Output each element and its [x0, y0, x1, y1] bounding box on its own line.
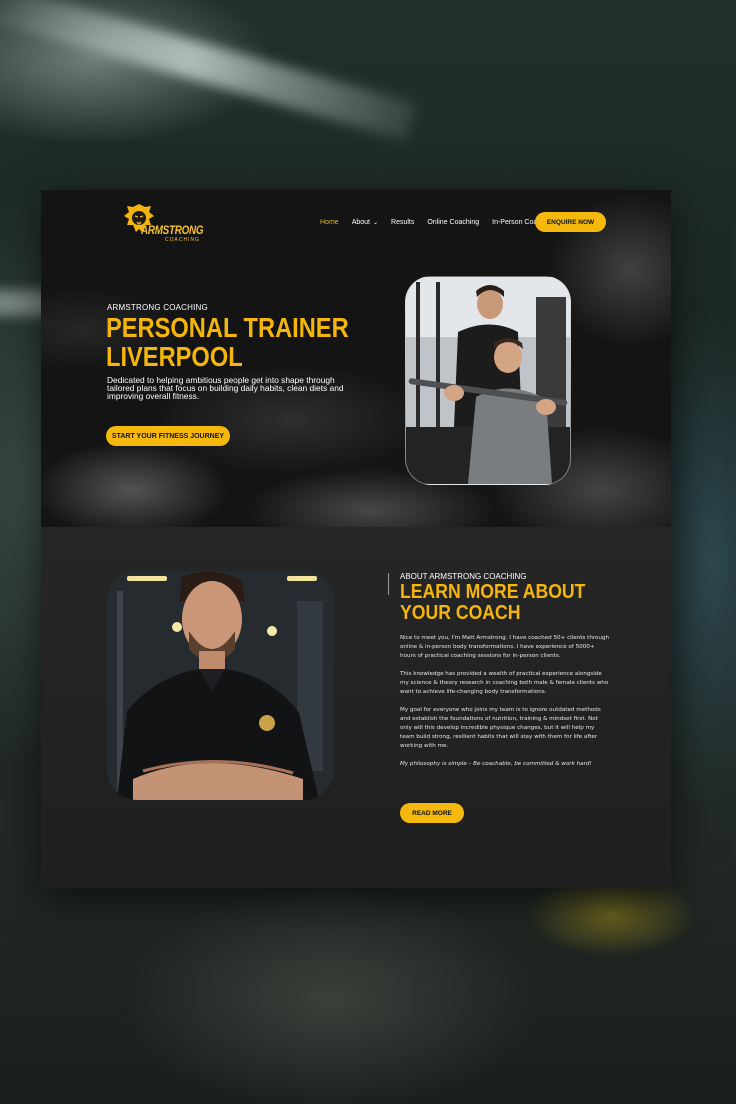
- hero-description: Dedicated to helping ambitious people ge…: [107, 375, 344, 402]
- nav-item-home[interactable]: Home: [320, 219, 339, 226]
- hero-title: PERSONAL TRAINER LIVERPOOL: [106, 313, 349, 372]
- about-body: Nice to meet you, I'm Matt Armstrong. I …: [400, 634, 610, 778]
- enquire-now-button[interactable]: ENQUIRE NOW: [535, 212, 606, 232]
- hero-title-line-2: LIVERPOOL: [106, 341, 243, 372]
- about-divider: [388, 573, 389, 595]
- trainer-with-client-image: [406, 277, 570, 484]
- brand-name: ARMSTRONG: [141, 223, 204, 237]
- about-paragraph-2: This knowledge has provided a wealth of …: [400, 671, 609, 695]
- read-more-button[interactable]: READ MORE: [400, 803, 464, 823]
- about-section: ABOUT ARMSTRONG COACHING LEARN MORE ABOU…: [41, 527, 671, 888]
- nav-item-about[interactable]: About ⌄: [352, 219, 378, 226]
- about-title-line-2: YOUR COACH: [400, 601, 521, 624]
- hero-training-photo: [405, 276, 571, 485]
- hero-eyebrow: ARMSTRONG COACHING: [107, 303, 208, 312]
- nav-item-online-coaching[interactable]: Online Coaching: [427, 219, 479, 226]
- coach-portrait-photo: [107, 571, 334, 800]
- hero-title-line-1: PERSONAL TRAINER: [106, 312, 349, 343]
- about-title-line-1: LEARN MORE ABOUT: [400, 580, 586, 603]
- start-fitness-journey-button[interactable]: START YOUR FITNESS JOURNEY: [106, 426, 230, 446]
- brand-tagline: COACHING: [165, 237, 200, 243]
- about-paragraph-1: Nice to meet you, I'm Matt Armstrong. I …: [400, 635, 610, 659]
- hero-section: ARMSTRONG COACHING Home About ⌄ Results O…: [41, 190, 671, 527]
- about-paragraph-3: My goal for everyone who joins my team i…: [400, 707, 601, 749]
- main-nav: Home About ⌄ Results Online Coaching In-P…: [320, 219, 567, 226]
- chevron-down-icon: ⌄: [372, 220, 379, 226]
- about-philosophy-quote: My philosophy is simple – Be coachable, …: [400, 761, 592, 767]
- about-title: LEARN MORE ABOUT YOUR COACH: [400, 581, 585, 623]
- website-mockup: ARMSTRONG COACHING Home About ⌄ Results O…: [41, 190, 671, 888]
- background-light-streak: [0, 0, 417, 141]
- nav-item-about-label: About: [351, 219, 370, 226]
- coach-portrait-image: [107, 571, 334, 800]
- brand-logo[interactable]: ARMSTRONG COACHING: [121, 201, 204, 245]
- nav-item-results[interactable]: Results: [391, 219, 414, 226]
